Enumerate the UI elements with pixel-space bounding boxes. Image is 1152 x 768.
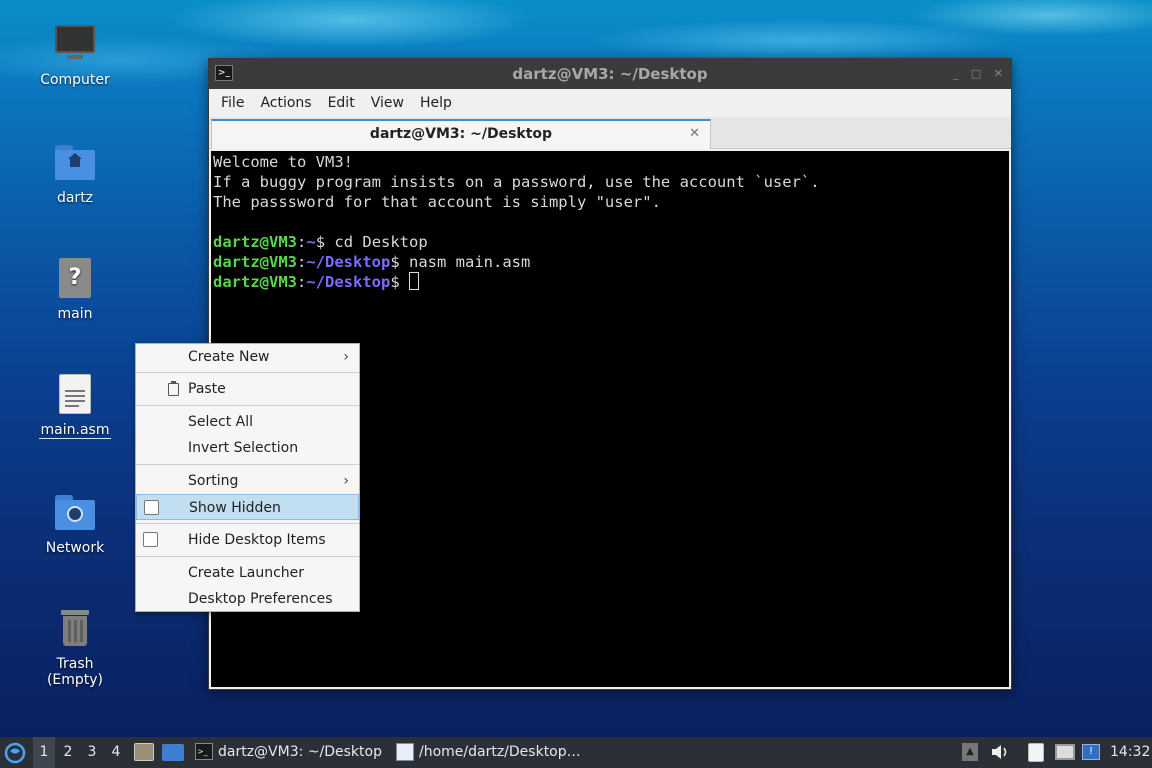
hide-desktop-items-checkbox[interactable] xyxy=(143,532,158,547)
menu-help[interactable]: Help xyxy=(412,95,460,111)
text-editor-icon xyxy=(396,743,414,761)
volume-icon[interactable] xyxy=(990,743,1008,761)
menu-edit[interactable]: Edit xyxy=(320,95,363,111)
clipboard-icon xyxy=(168,381,179,396)
terminal-prompt-line: dartz@VM3:~$ cd Desktop xyxy=(213,233,428,251)
start-menu-icon xyxy=(4,742,26,764)
desktop-icon-label: dartz xyxy=(56,190,94,206)
menu-item-paste[interactable]: Paste xyxy=(136,376,359,402)
show-desktop-icon xyxy=(162,744,184,761)
terminal-line: If a buggy program insists on a password… xyxy=(213,173,820,191)
terminal-line: The passsword for that account is simply… xyxy=(213,193,661,211)
desktop-icon-computer[interactable]: Computer xyxy=(25,22,125,88)
network-folder-icon xyxy=(53,490,97,534)
menu-item-sorting[interactable]: Sorting › xyxy=(136,468,359,494)
desktop-icon-label: main xyxy=(57,306,93,322)
desktop-icon-trash[interactable]: Trash (Empty) xyxy=(25,606,125,688)
workspace-1[interactable]: 1 xyxy=(33,737,55,768)
tray-expand-icon[interactable]: ▲ xyxy=(962,743,980,761)
menu-item-create-new[interactable]: Create New › xyxy=(136,344,359,370)
computer-icon xyxy=(53,22,97,66)
terminal-prompt-line: dartz@VM3:~/Desktop$ nasm main.asm xyxy=(213,253,531,271)
menu-item-select-all[interactable]: Select All xyxy=(136,409,359,435)
file-manager-icon xyxy=(134,743,154,761)
notification-icon[interactable]: ! xyxy=(1082,743,1100,761)
menu-separator xyxy=(136,523,359,524)
desktop-context-menu: Create New › Paste Select All Invert Sel… xyxy=(135,343,360,612)
tab-terminal[interactable]: dartz@VM3: ~/Desktop ✕ xyxy=(211,119,711,149)
menu-item-create-launcher[interactable]: Create Launcher xyxy=(136,560,359,586)
network-status-icon[interactable] xyxy=(1055,743,1075,761)
task-terminal[interactable]: >_ dartz@VM3: ~/Desktop xyxy=(192,737,390,768)
minimize-icon[interactable]: _ xyxy=(953,67,959,80)
desktop-icon-dartz[interactable]: dartz xyxy=(25,140,125,206)
terminal-icon: >_ xyxy=(215,65,233,81)
menu-file[interactable]: File xyxy=(213,95,252,111)
menu-item-invert-selection[interactable]: Invert Selection xyxy=(136,435,359,461)
desktop-icon-label: Computer xyxy=(40,72,110,88)
desktop-icon-main[interactable]: ? main xyxy=(25,256,125,322)
tab-bar: dartz@VM3: ~/Desktop ✕ xyxy=(209,117,1011,149)
window-titlebar[interactable]: >_ dartz@VM3: ~/Desktop _ □ ✕ xyxy=(209,59,1011,89)
terminal-icon: >_ xyxy=(195,743,213,760)
workspace-2[interactable]: 2 xyxy=(57,737,79,768)
desktop-icon-main-asm[interactable]: main.asm xyxy=(25,372,125,439)
desktop-icon-network[interactable]: Network xyxy=(25,490,125,556)
file-manager-launcher[interactable] xyxy=(134,737,156,768)
chevron-right-icon: › xyxy=(343,349,349,365)
tab-title: dartz@VM3: ~/Desktop xyxy=(369,126,553,142)
window-title: dartz@VM3: ~/Desktop xyxy=(512,65,708,83)
task-text-editor[interactable]: /home/dartz/Desktop… xyxy=(393,737,593,768)
unknown-file-icon: ? xyxy=(53,256,97,300)
clipboard-manager-icon[interactable] xyxy=(1028,743,1046,762)
menu-separator xyxy=(136,464,359,465)
home-folder-icon xyxy=(53,140,97,184)
terminal-cursor xyxy=(409,272,420,290)
maximize-icon[interactable]: □ xyxy=(971,67,981,80)
menu-item-desktop-preferences[interactable]: Desktop Preferences xyxy=(136,586,359,612)
menu-item-hide-desktop-items[interactable]: Hide Desktop Items xyxy=(136,527,359,553)
desktop-icon-label: Trash (Empty) xyxy=(46,656,104,688)
close-icon[interactable]: ✕ xyxy=(994,67,1003,80)
desktop-icon-label: main.asm xyxy=(38,422,112,439)
trash-icon xyxy=(53,606,97,650)
text-file-icon xyxy=(53,372,97,416)
tab-close-icon[interactable]: ✕ xyxy=(689,121,700,147)
menu-bar: File Actions Edit View Help xyxy=(209,89,1011,117)
workspace-3[interactable]: 3 xyxy=(81,737,103,768)
clock[interactable]: 14:32 xyxy=(1110,737,1150,768)
show-hidden-checkbox[interactable] xyxy=(144,500,159,515)
taskbar: 1 2 3 4 >_ dartz@VM3: ~/Desktop /home/da… xyxy=(0,737,1152,768)
menu-view[interactable]: View xyxy=(363,95,412,111)
terminal-prompt-line: dartz@VM3:~/Desktop$ xyxy=(213,272,1007,292)
menu-actions[interactable]: Actions xyxy=(252,95,319,111)
desktop-icon-label: Network xyxy=(45,540,105,556)
menu-separator xyxy=(136,372,359,373)
chevron-right-icon: › xyxy=(343,473,349,489)
workspace-4[interactable]: 4 xyxy=(105,737,127,768)
menu-separator xyxy=(136,556,359,557)
menu-separator xyxy=(136,405,359,406)
show-desktop-button[interactable] xyxy=(162,737,186,768)
menu-item-show-hidden[interactable]: Show Hidden xyxy=(136,494,359,520)
terminal-line: Welcome to VM3! xyxy=(213,153,353,171)
start-menu-button[interactable] xyxy=(4,737,30,768)
